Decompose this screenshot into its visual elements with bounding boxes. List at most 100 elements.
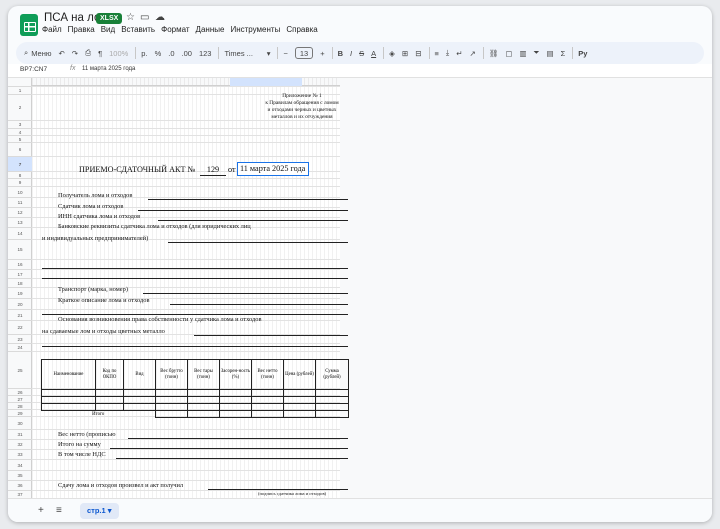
column-header[interactable] <box>8 78 340 86</box>
row-number[interactable]: 16 <box>8 259 32 269</box>
text-wrap-icon[interactable]: ↵ <box>456 49 462 58</box>
row-number[interactable]: 30 <box>8 416 32 429</box>
currency-button[interactable]: р. <box>141 49 147 58</box>
chart-icon[interactable]: ▥ <box>519 49 526 58</box>
row-number[interactable]: 20 <box>8 298 32 309</box>
increase-decimal-button[interactable]: .00 <box>182 49 192 58</box>
menu-help[interactable]: Справка <box>286 25 317 34</box>
row-number[interactable]: 25 <box>8 351 32 388</box>
filter-views-icon[interactable]: ▤ <box>547 49 554 58</box>
vertical-align-icon[interactable]: ⤓ <box>446 48 449 58</box>
star-icon[interactable]: ☆ <box>126 12 135 23</box>
total-sum-underline <box>110 448 348 449</box>
font-select[interactable]: Times ... ▾ <box>224 49 270 58</box>
comment-icon[interactable]: ▢ <box>505 49 512 58</box>
row-number[interactable]: 12 <box>8 207 32 217</box>
row-number[interactable]: 9 <box>8 178 32 186</box>
formula-input[interactable]: 11 марта 2025 года <box>82 66 135 72</box>
row-number[interactable]: 21 <box>8 309 32 320</box>
row-number[interactable]: 2 <box>8 94 32 120</box>
horizontal-align-icon[interactable]: ≡ <box>435 49 439 58</box>
blank-underline-16 <box>42 268 348 269</box>
net-words-underline <box>128 438 348 439</box>
font-size-increase-button[interactable]: + <box>320 49 324 58</box>
row-number[interactable]: 11 <box>8 197 32 207</box>
cloud-icon[interactable]: ☁ <box>155 12 165 23</box>
row-number[interactable]: 8 <box>8 171 32 178</box>
italic-button[interactable]: I <box>350 49 352 58</box>
row-number[interactable]: 34 <box>8 459 32 470</box>
grid-row-line <box>32 459 340 460</box>
text-color-button[interactable]: A <box>371 49 376 58</box>
menu-tools[interactable]: Инструменты <box>230 25 280 34</box>
sheets-logo-icon[interactable] <box>20 14 38 36</box>
add-sheet-button[interactable]: + <box>38 505 44 516</box>
borders-icon[interactable]: ⊞ <box>402 49 408 58</box>
row-number[interactable]: 15 <box>8 239 32 259</box>
row-number[interactable]: 5 <box>8 135 32 142</box>
decrease-decimal-button[interactable]: .0 <box>168 49 174 58</box>
number-format-button[interactable]: 123 <box>199 49 212 58</box>
input-tools-button[interactable]: Pу <box>578 49 587 58</box>
paint-format-icon[interactable]: ¶ <box>98 49 102 58</box>
row-number[interactable]: 19 <box>8 287 32 298</box>
sheet-area[interactable]: 1 2 3 4 5 6 7 8 9 10 11 12 13 14 15 16 17 18 19 20 21 22 23 24 2… <box>8 78 712 498</box>
print-icon[interactable]: ⎙ <box>85 48 91 58</box>
row-number[interactable]: 14 <box>8 227 32 239</box>
tab-sheet-1[interactable]: стр.1 ▾ <box>80 503 119 519</box>
zoom-select[interactable]: 100% <box>109 49 128 58</box>
row-number[interactable]: 22 <box>8 320 32 334</box>
row-number[interactable]: 1 <box>8 86 32 94</box>
row-number[interactable]: 18 <box>8 278 32 287</box>
row-number[interactable]: 27 <box>8 395 32 402</box>
filter-icon[interactable]: ⏷ <box>534 48 540 58</box>
folder-icon[interactable]: ▭ <box>140 12 149 23</box>
row-number[interactable]: 35 <box>8 470 32 480</box>
row-number[interactable]: 3 <box>8 120 32 128</box>
name-box[interactable]: BP7:CN7 <box>20 66 47 73</box>
row-number[interactable]: 31 <box>8 429 32 439</box>
row-number[interactable]: 32 <box>8 439 32 449</box>
row-number[interactable]: 13 <box>8 217 32 227</box>
row-header[interactable]: 1 2 3 4 5 6 7 8 9 10 11 12 13 14 15 16 17 18 19 20 21 22 23 24 2… <box>8 78 32 498</box>
redo-icon[interactable]: ↷ <box>72 49 78 58</box>
merge-cells-icon[interactable]: ⊟ <box>415 49 421 58</box>
row-number[interactable]: 24 <box>8 343 32 351</box>
row-number[interactable]: 23 <box>8 334 32 343</box>
bold-button[interactable]: B <box>338 49 343 58</box>
row-number[interactable]: 26 <box>8 388 32 395</box>
row-number[interactable]: 29 <box>8 409 32 416</box>
percent-button[interactable]: % <box>155 49 162 58</box>
all-sheets-button[interactable]: ≡ <box>56 505 62 516</box>
search-menu[interactable]: ⌕ Меню <box>24 48 51 58</box>
row-number[interactable]: 33 <box>8 449 32 459</box>
row-number[interactable]: 28 <box>8 402 32 409</box>
menu-data[interactable]: Данные <box>196 25 225 34</box>
text-rotate-icon[interactable]: ↗ <box>470 49 476 58</box>
menu-edit[interactable]: Правка <box>68 25 95 34</box>
act-date[interactable]: 11 марта 2025 года <box>240 164 305 173</box>
undo-icon[interactable]: ↶ <box>58 49 64 58</box>
strikethrough-button[interactable]: S <box>359 49 364 58</box>
link-icon[interactable]: ⛓ <box>489 49 499 58</box>
row-number[interactable]: 36 <box>8 480 32 490</box>
grid-row-line <box>32 470 340 471</box>
row-number[interactable]: 6 <box>8 142 32 156</box>
font-size-decrease-button[interactable]: − <box>283 49 287 58</box>
row-number[interactable]: 4 <box>8 128 32 135</box>
functions-button[interactable]: Σ <box>561 49 566 58</box>
goods-table: Наименование Код по ОКПО Вид Вес брутто … <box>41 359 349 418</box>
row-number[interactable]: 10 <box>8 186 32 197</box>
menu-insert[interactable]: Вставить <box>121 25 155 34</box>
row-number[interactable]: 37 <box>8 490 32 498</box>
total-sum-label: Итого на сумму <box>58 441 101 448</box>
tab-sheet-1-label: стр.1 <box>87 506 106 515</box>
row-number[interactable]: 17 <box>8 269 32 278</box>
row-number[interactable]: 7 <box>8 156 32 171</box>
font-size-input[interactable]: 13 <box>294 47 314 59</box>
menu-view[interactable]: Вид <box>101 25 115 34</box>
grid-row-line <box>32 156 340 157</box>
menu-format[interactable]: Формат <box>161 25 189 34</box>
fill-color-icon[interactable]: ◈ <box>389 49 395 58</box>
menu-file[interactable]: Файл <box>42 25 62 34</box>
